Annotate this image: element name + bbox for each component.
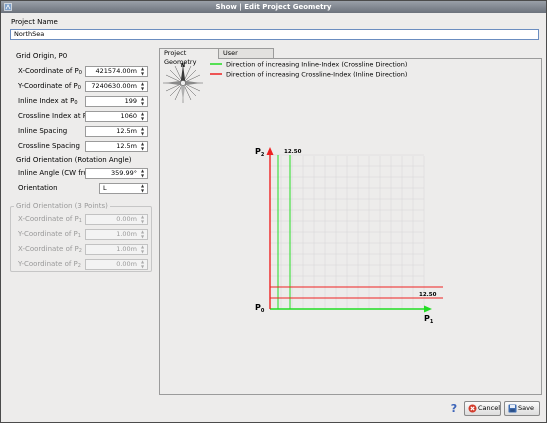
spin-arrows-icon: ▲ ▼ <box>140 229 145 239</box>
project-name-input[interactable]: NorthSea <box>10 29 539 40</box>
spacing-label-top: 12.50 <box>284 149 302 155</box>
origin-field-label: Y-Coordinate of P0 <box>18 82 81 91</box>
survey-grid <box>269 154 425 310</box>
legend: Direction of increasing Inline-Index (Cr… <box>210 61 407 79</box>
field-value: 199 <box>124 97 137 105</box>
point-field-label: X-Coordinate of P1 <box>18 215 82 224</box>
point-field-spinbox: 1.00m ▲ ▼ <box>85 229 148 240</box>
help-button[interactable]: ? <box>448 402 460 415</box>
help-icon: ? <box>450 402 458 415</box>
legend-crossline-text: Direction of increasing Crossline-Index … <box>226 71 407 79</box>
geometry-panel: N Direction of increasing Inline-Index (… <box>159 58 542 395</box>
title-bar[interactable]: Show | Edit Project Geometry <box>1 1 546 13</box>
origin-field-label: Crossline Index at P0 <box>18 112 90 121</box>
origin-field-spinbox[interactable]: 7240630.00m ▲ ▼ <box>85 81 148 92</box>
point-field-label: Y-Coordinate of P2 <box>18 260 81 269</box>
point-field-label: X-Coordinate of P2 <box>18 245 82 254</box>
spin-arrows-icon[interactable]: ▲ ▼ <box>139 96 146 106</box>
field-value: 1.00m <box>116 230 137 238</box>
select-arrows-icon[interactable]: ▲ ▼ <box>139 183 146 193</box>
three-points-title: Grid Orientation (3 Points) <box>14 201 110 211</box>
dialog-window: Show | Edit Project Geometry Project Nam… <box>0 0 547 423</box>
orientation-select[interactable]: L ▲ ▼ <box>99 183 148 194</box>
field-value: 0.00m <box>116 215 137 223</box>
spin-arrows-icon[interactable]: ▲ ▼ <box>139 168 146 178</box>
origin-field-label: Crossline Spacing <box>18 142 80 150</box>
p1-label: P1 <box>424 314 434 325</box>
save-button[interactable]: Save <box>504 401 540 416</box>
cancel-icon <box>468 404 477 413</box>
spin-arrows-icon[interactable]: ▲ ▼ <box>139 81 146 91</box>
tab-project-geometry[interactable]: Project Geometry <box>159 48 219 66</box>
spin-arrows-icon[interactable]: ▲ ▼ <box>139 66 146 76</box>
orientation-value: L <box>103 184 107 192</box>
field-value: 1.00m <box>116 245 137 253</box>
app-icon <box>4 3 12 11</box>
window-title: Show | Edit Project Geometry <box>215 3 332 11</box>
spacing-label-right: 12.50 <box>419 292 437 298</box>
p1-arrow-icon <box>424 305 432 313</box>
field-value: 12.5m <box>116 127 137 135</box>
inline-angle-spinbox[interactable]: 359.99° ▲ ▼ <box>85 168 148 179</box>
save-label: Save <box>518 404 534 412</box>
inline-angle-value: 359.99° <box>111 169 137 177</box>
p2-arrow-icon <box>266 147 274 155</box>
point-field-spinbox: 0.00m ▲ ▼ <box>85 259 148 270</box>
tab-user-comments[interactable]: User Comments <box>218 48 274 66</box>
save-icon <box>508 404 517 413</box>
cancel-button[interactable]: Cancel <box>464 401 501 416</box>
origin-field-spinbox[interactable]: 421574.00m ▲ ▼ <box>85 66 148 77</box>
origin-field-spinbox[interactable]: 199 ▲ ▼ <box>85 96 148 107</box>
grid-origin-title: Grid Origin, P0 <box>16 52 68 60</box>
field-value: 0.00m <box>116 260 137 268</box>
spin-arrows-icon: ▲ ▼ <box>140 244 145 254</box>
origin-field-label: Inline Index at P0 <box>18 97 78 106</box>
field-value: 421574.00m <box>95 67 137 75</box>
green-inline-lines <box>270 155 432 313</box>
legend-inline-text: Direction of increasing Inline-Index (Cr… <box>226 61 407 69</box>
project-name-label: Project Name <box>11 18 58 26</box>
spin-arrows-icon[interactable]: ▲ ▼ <box>139 141 146 151</box>
geometry-diagram: N Direction of increasing Inline-Index (… <box>163 61 443 325</box>
red-crossline-lines <box>266 147 443 309</box>
point-field-spinbox: 1.00m ▲ ▼ <box>85 244 148 255</box>
spin-arrows-icon: ▲ ▼ <box>140 259 145 269</box>
spin-arrows-icon[interactable]: ▲ ▼ <box>139 126 146 136</box>
grid-orientation-title: Grid Orientation (Rotation Angle) <box>16 156 132 164</box>
orientation-label: Orientation <box>18 184 58 192</box>
p0-label: P0 <box>255 303 265 314</box>
field-value: 7240630.00m <box>91 82 137 90</box>
cancel-label: Cancel <box>478 404 501 412</box>
field-value: 12.5m <box>116 142 137 150</box>
origin-field-label: X-Coordinate of P0 <box>18 67 82 76</box>
origin-field-spinbox[interactable]: 1060 ▲ ▼ <box>85 111 148 122</box>
field-value: 1060 <box>120 112 137 120</box>
spin-arrows-icon[interactable]: ▲ ▼ <box>139 111 146 121</box>
point-field-spinbox: 0.00m ▲ ▼ <box>85 214 148 225</box>
origin-field-spinbox[interactable]: 12.5m ▲ ▼ <box>85 141 148 152</box>
point-field-label: Y-Coordinate of P1 <box>18 230 81 239</box>
p2-label: P2 <box>255 147 265 158</box>
origin-field-label: Inline Spacing <box>18 127 68 135</box>
compass-icon: N <box>163 63 203 103</box>
origin-field-spinbox[interactable]: 12.5m ▲ ▼ <box>85 126 148 137</box>
spin-arrows-icon: ▲ ▼ <box>140 214 145 224</box>
